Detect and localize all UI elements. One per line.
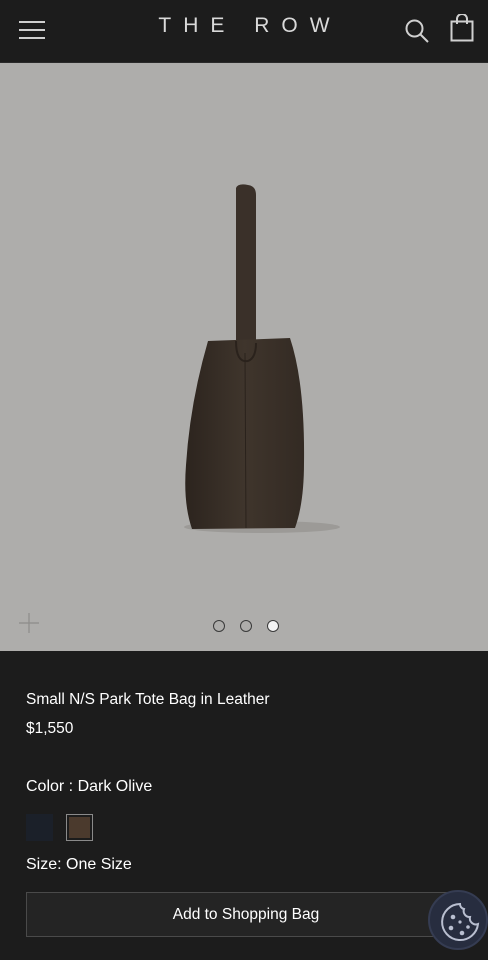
product-title: Small N/S Park Tote Bag in Leather (26, 691, 270, 708)
gallery-dot[interactable] (213, 620, 225, 632)
add-to-bag-button[interactable]: Add to Shopping Bag (26, 892, 466, 937)
cookie-icon (441, 902, 480, 941)
swatch-navy[interactable] (26, 814, 53, 841)
size-label: Size: One Size (26, 856, 132, 873)
product-image[interactable] (0, 63, 488, 651)
product-price: $1,550 (26, 720, 74, 737)
shopping-bag-icon[interactable] (450, 14, 474, 42)
product-info-panel: Small N/S Park Tote Bag in Leather $1,55… (0, 651, 488, 960)
cookie-settings-button[interactable] (428, 890, 488, 950)
gallery-pagination (213, 620, 279, 632)
search-icon[interactable] (404, 18, 430, 44)
plus-icon[interactable] (19, 613, 39, 633)
color-label: Color : Dark Olive (26, 778, 153, 795)
gallery-dot-active[interactable] (267, 620, 279, 632)
site-header: THE ROW (0, 0, 488, 63)
swatch-dark-olive[interactable] (66, 814, 93, 841)
tote-bag-image (184, 184, 340, 533)
gallery-dot[interactable] (240, 620, 252, 632)
